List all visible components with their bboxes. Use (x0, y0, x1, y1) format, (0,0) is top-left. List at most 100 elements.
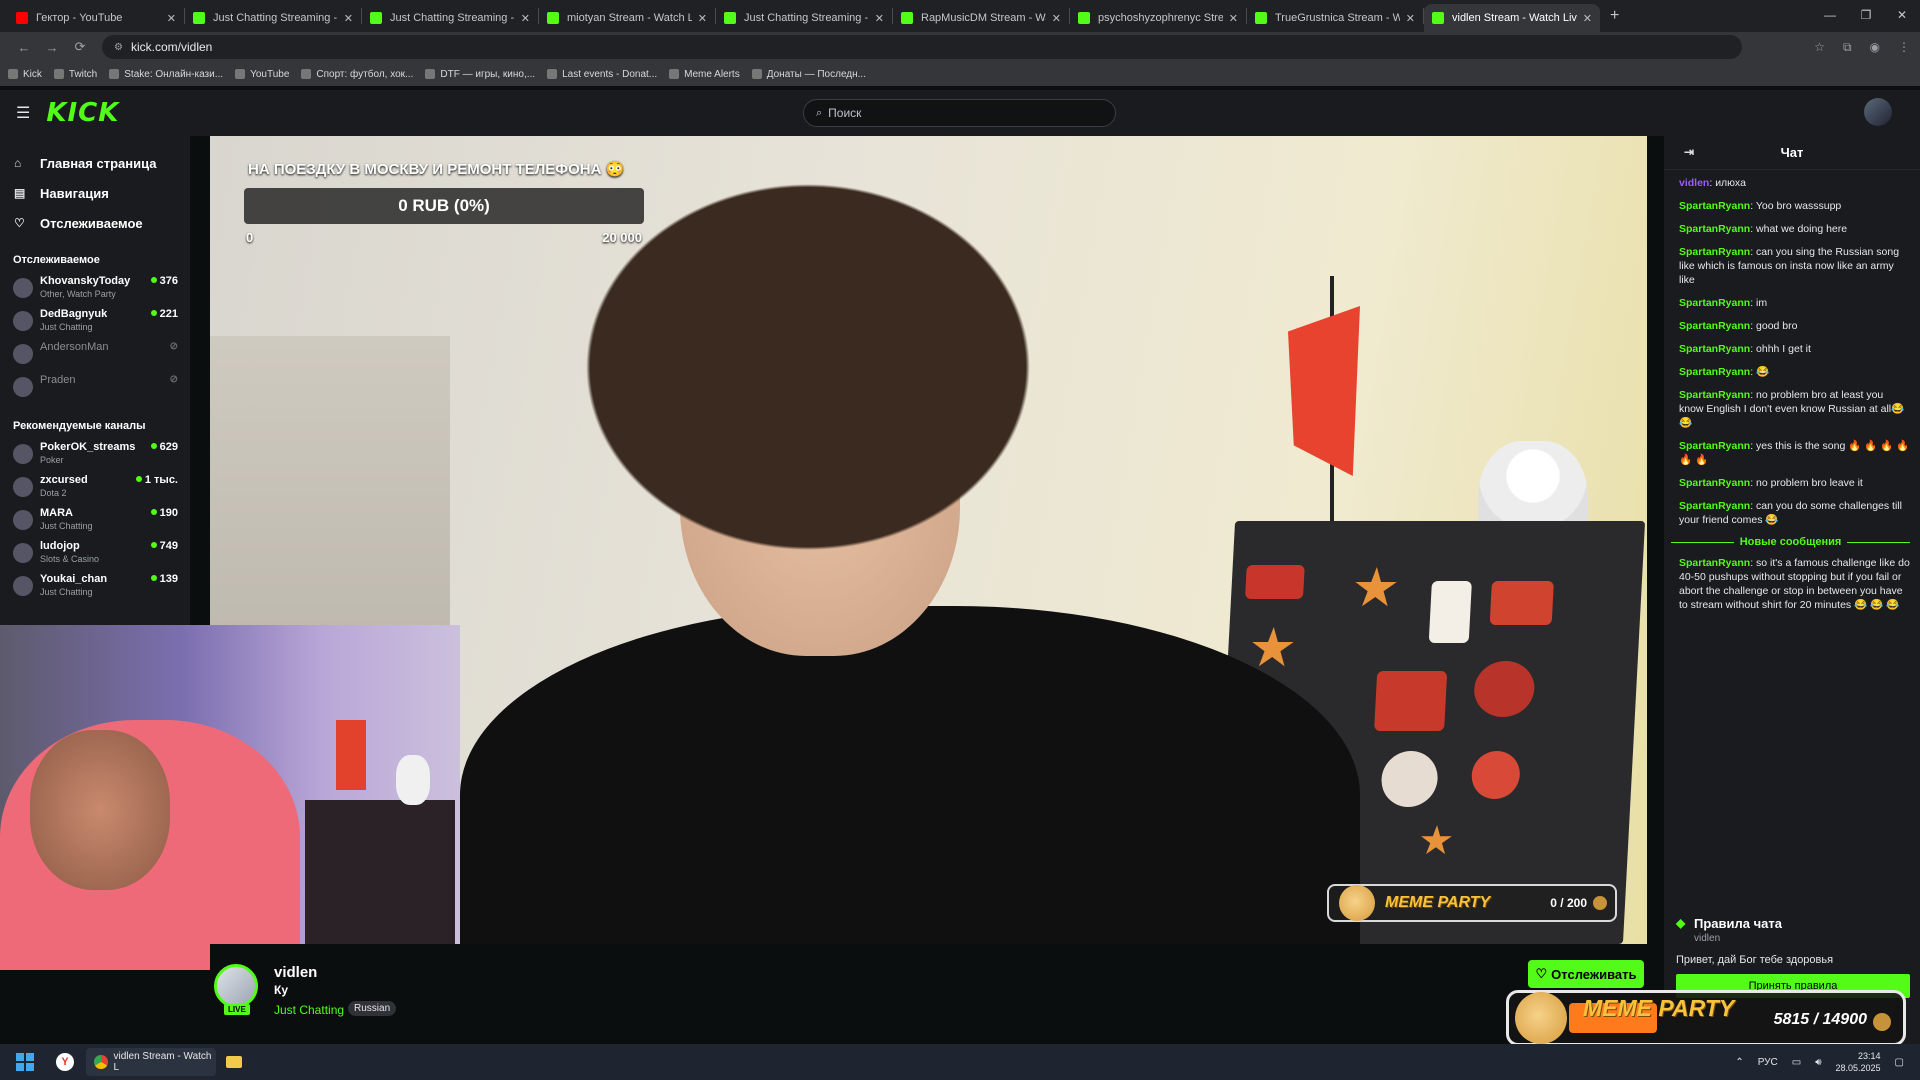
bookmark-item[interactable]: DTF — игры, кино,... (425, 69, 535, 80)
sidebar-channel[interactable]: KhovanskyToday Other, Watch Party 376 (0, 272, 190, 305)
browser-tab[interactable]: miotyan Stream - Watch Live on ✕ (539, 4, 715, 32)
bookmark-item[interactable]: Last events - Donat... (547, 69, 657, 80)
windows-start-icon[interactable] (16, 1053, 34, 1071)
bookmark-label: Twitch (68, 68, 98, 80)
stream-category[interactable]: Just Chatting (274, 1003, 344, 1017)
taskbar-chrome-app[interactable]: vidlen Stream - Watch L (86, 1048, 216, 1076)
browser-tab[interactable]: Just Chatting Streaming - Live S ✕ (185, 4, 361, 32)
chat-username[interactable]: SpartanRyann (1679, 246, 1750, 258)
search-input[interactable]: ⌕ Поиск (803, 99, 1116, 127)
sidebar-nav-item[interactable]: ♡ Отслеживаемое (0, 208, 190, 238)
bookmark-item[interactable]: Meme Alerts (669, 69, 740, 80)
bookmark-item[interactable]: Спорт: футбол, хок... (301, 69, 413, 80)
bookmark-item[interactable]: Kick (8, 69, 42, 80)
close-tab-icon[interactable]: ✕ (875, 12, 884, 25)
channel-name[interactable]: vidlen (274, 964, 317, 981)
clock[interactable]: 23:14 28.05.2025 (1836, 1050, 1881, 1074)
home-icon: ⌂ (14, 156, 22, 170)
extensions-icon[interactable]: ⧉ (1843, 40, 1852, 55)
tray-chevron-icon[interactable]: ⌃ (1735, 1057, 1743, 1068)
sidebar-channel[interactable]: AndersonMan ⊘ (0, 338, 190, 371)
bookmark-label: Last events - Donat... (562, 68, 658, 80)
browser-tab[interactable]: RapMusicDM Stream - Watch L ✕ (893, 4, 1069, 32)
sidebar-channel[interactable]: PokerOK_streams Poker 629 (0, 438, 190, 471)
chat-username[interactable]: vidlen (1679, 177, 1709, 189)
sidebar-channel[interactable]: Youkai_chan Just Chatting 139 (0, 570, 190, 603)
chat-username[interactable]: SpartanRyann (1679, 500, 1750, 512)
new-tab-icon[interactable]: + (1610, 7, 1619, 25)
chat-username[interactable]: SpartanRyann (1679, 366, 1750, 378)
sticker (1244, 565, 1305, 599)
close-tab-icon[interactable]: ✕ (1406, 12, 1415, 25)
display-icon[interactable]: ▭ (1792, 1057, 1801, 1068)
chat-username[interactable]: SpartanRyann (1679, 477, 1750, 489)
sidebar-channel[interactable]: zxcursed Dota 21 тыс. (0, 471, 190, 504)
file-explorer-icon[interactable] (226, 1056, 242, 1068)
kick-logo[interactable]: KICK (46, 98, 119, 128)
close-tab-icon[interactable]: ✕ (1052, 12, 1061, 25)
new-messages-divider: Новые сообщения (1671, 536, 1910, 548)
tab-title: psychoshyzophrenyc Stream - W (1098, 12, 1223, 24)
bookmark-item[interactable]: Stake: Онлайн-кази... (109, 69, 223, 80)
close-tab-icon[interactable]: ✕ (1229, 12, 1238, 25)
browser-tab[interactable]: psychoshyzophrenyc Stream - W ✕ (1070, 4, 1246, 32)
url-input[interactable]: ⚙ kick.com/vidlen (102, 35, 1742, 59)
browse-icon: ▤ (14, 186, 26, 200)
sidebar-nav-item[interactable]: ⌂ Главная страница (0, 148, 190, 178)
volume-icon[interactable]: 🔊︎ (1815, 1057, 1821, 1068)
forward-icon[interactable]: → (38, 40, 66, 55)
tab-title: Гектор - YouTube (36, 12, 123, 24)
sidebar-channel[interactable]: ludojop Slots & Casino 749 (0, 537, 190, 570)
search-placeholder: Поиск (828, 106, 862, 120)
chat-username[interactable]: SpartanRyann (1679, 223, 1750, 235)
browser-tab[interactable]: Гектор - YouTube ✕ (8, 4, 184, 32)
close-tab-icon[interactable]: ✕ (698, 12, 707, 25)
chat-username[interactable]: SpartanRyann (1679, 389, 1750, 401)
sidebar-nav-item[interactable]: ▤ Навигация (0, 178, 190, 208)
close-tab-icon[interactable]: ✕ (1583, 12, 1592, 25)
chat-username[interactable]: SpartanRyann (1679, 297, 1750, 309)
profile-icon[interactable]: ◉ (1870, 40, 1880, 55)
input-language[interactable]: РУС (1758, 1057, 1778, 1068)
chat-username[interactable]: SpartanRyann (1679, 320, 1750, 332)
browser-tab[interactable]: Just Chatting Streaming - Live S ✕ (716, 4, 892, 32)
star-sticker: ★ (1350, 558, 1402, 618)
chat-username[interactable]: SpartanRyann (1679, 200, 1750, 212)
bookmark-star-icon[interactable]: ☆ (1814, 40, 1825, 55)
menu-icon[interactable]: ⋮ (1898, 40, 1910, 55)
notifications-icon[interactable]: ▢ (1895, 1057, 1904, 1068)
yandex-browser-icon[interactable]: Y (56, 1053, 74, 1071)
close-tab-icon[interactable]: ✕ (167, 12, 176, 25)
bookmark-item[interactable]: Донаты — Последн... (751, 69, 866, 80)
chat-username[interactable]: SpartanRyann (1679, 343, 1750, 355)
sidebar-channel[interactable]: Praden ⊘ (0, 371, 190, 404)
collapse-chat-icon[interactable]: ⇥ (1684, 145, 1694, 159)
chat-text: im (1756, 297, 1768, 309)
maximize-icon[interactable]: ❐ (1848, 0, 1884, 30)
picture-in-picture-webcam[interactable] (0, 625, 460, 970)
bookmark-item[interactable]: Twitch (53, 68, 98, 80)
chat-text: 😂 (1756, 366, 1770, 378)
browser-tab[interactable]: TrueGrustnica Stream - Watch L ✕ (1247, 4, 1423, 32)
offline-icon: ⊘ (169, 374, 178, 385)
chat-username[interactable]: SpartanRyann (1679, 440, 1750, 452)
sidebar-channel[interactable]: DedBagnyuk Just Chatting 221 (0, 305, 190, 338)
close-tab-icon[interactable]: ✕ (344, 12, 353, 25)
bookmark-label: DTF — игры, кино,... (440, 68, 536, 80)
language-tag[interactable]: Russian (348, 1001, 397, 1016)
back-icon[interactable]: ← (10, 40, 38, 55)
minimize-icon[interactable]: — (1812, 0, 1848, 30)
reload-icon[interactable]: ⟳ (66, 39, 94, 55)
bookmark-item[interactable]: YouTube (235, 69, 289, 80)
chat-username[interactable]: SpartanRyann (1679, 557, 1750, 569)
follow-button[interactable]: ♡ Отслеживать (1528, 960, 1644, 988)
browser-tab[interactable]: Just Chatting Streaming - Live S ✕ (362, 4, 538, 32)
user-avatar[interactable] (1864, 98, 1892, 126)
channel-avatar[interactable] (214, 964, 258, 1008)
hamburger-menu-icon[interactable]: ☰ (16, 103, 30, 123)
close-window-icon[interactable]: ✕ (1884, 0, 1920, 30)
browser-tab[interactable]: vidlen Stream - Watch Live ✕ (1424, 4, 1600, 32)
close-tab-icon[interactable]: ✕ (521, 12, 530, 25)
sidebar-channel[interactable]: MARA Just Chatting 190 (0, 504, 190, 537)
site-info-icon[interactable]: ⚙ (114, 42, 123, 53)
